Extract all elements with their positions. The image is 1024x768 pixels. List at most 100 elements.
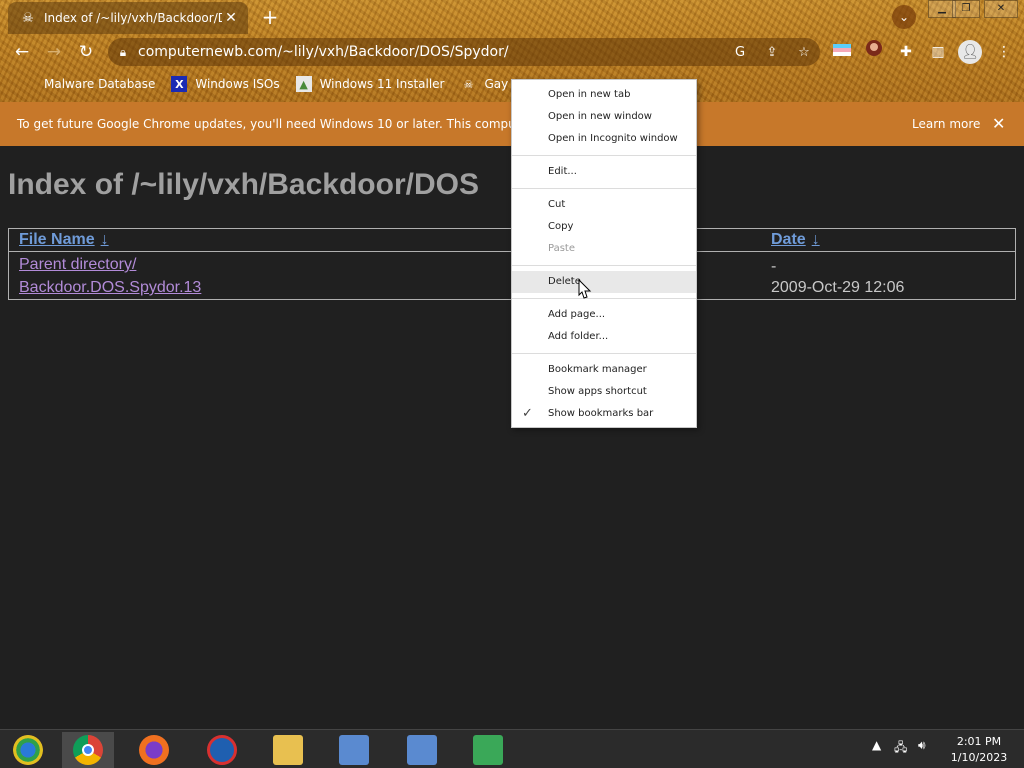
taskbar-installer-2[interactable] [396, 732, 448, 768]
reload-button[interactable]: ↻ [74, 40, 98, 64]
file-date: - [771, 258, 777, 275]
menu-separator [512, 155, 696, 156]
menu-separator [512, 353, 696, 354]
back-button[interactable]: ← [10, 40, 34, 64]
tab-search-button[interactable]: ⌄ [892, 5, 916, 29]
taskbar-opera[interactable] [196, 732, 248, 768]
volume-icon[interactable]: 🔊︎ [918, 738, 926, 753]
arrow-right-icon: → [46, 42, 62, 62]
clock-time: 2:01 PM [956, 735, 1002, 748]
menu-item-add-page[interactable]: Add page... [512, 304, 696, 326]
new-tab-button[interactable]: + [258, 6, 282, 30]
users-icon [473, 735, 503, 765]
menu-separator [512, 298, 696, 299]
mouse-cursor-icon [578, 279, 592, 299]
column-header-file-name[interactable]: File Name ↓ [19, 231, 109, 249]
reload-icon: ↻ [78, 42, 94, 62]
column-header-label: Date [771, 231, 806, 248]
firefox-icon [139, 735, 169, 765]
infobar-close-button[interactable]: ✕ [992, 114, 1005, 133]
taskbar-network-app[interactable] [462, 732, 514, 768]
url-text: computernewb.com/~lily/vxh/Backdoor/DOS/… [138, 44, 509, 60]
computer-disc-icon [339, 735, 369, 765]
taskbar-file-explorer[interactable] [262, 732, 314, 768]
menu-item-paste: Paste [548, 243, 575, 254]
close-icon: ✕ [996, 3, 1006, 14]
extensions-puzzle-icon[interactable]: ✚ [894, 40, 918, 64]
browser-window: ☠ Index of /~lily/vxh/Backdoor/DO ✕ + ⌄ … [0, 0, 1024, 768]
maximize-button[interactable]: ❐ [952, 0, 980, 18]
menu-item-open-new-tab[interactable]: Open in new tab [512, 84, 696, 106]
windows-start-icon [13, 735, 43, 765]
menu-item-add-folder[interactable]: Add folder... [512, 326, 696, 348]
share-icon[interactable]: ⇪ [756, 45, 788, 60]
blank-page-icon [20, 76, 36, 92]
x-icon: X [171, 76, 188, 92]
menu-item-open-new-window[interactable]: Open in new window [512, 106, 696, 128]
skull-icon: ☠ [22, 10, 34, 26]
menu-dots-icon[interactable]: ⋮ [992, 40, 1016, 64]
lock-icon: 🔒︎ [119, 44, 127, 59]
extension-flag-icon[interactable] [830, 40, 854, 64]
bookmark-label: Windows ISOs [195, 77, 280, 91]
bookmark-item[interactable]: X Windows ISOs [171, 76, 280, 92]
google-lens-icon[interactable]: G [724, 45, 756, 60]
opera-icon [207, 735, 237, 765]
page-title: Index of /~lily/vxh/Backdoor/DOS [8, 168, 479, 201]
bookmark-label: Windows 11 Installer [319, 77, 445, 91]
bookmark-label: Malware Database [44, 77, 156, 91]
column-header-date[interactable]: Date ↓ [771, 231, 820, 249]
file-date: 2009-Oct-29 12:06 [771, 279, 905, 296]
checkmark-icon: ✓ [522, 406, 533, 421]
bookmark-item[interactable]: ▲ Windows 11 Installer [295, 76, 445, 92]
skull-icon: ☠ [463, 77, 474, 91]
side-panel-icon[interactable]: ▥ [926, 40, 950, 64]
taskbar-firefox[interactable] [128, 732, 180, 768]
image-icon: ▲ [295, 76, 312, 92]
taskbar-chrome[interactable] [62, 732, 114, 768]
clock-date: 1/10/2023 [950, 751, 1008, 764]
file-link[interactable]: Backdoor.DOS.Spydor.13 [19, 279, 201, 297]
extension-avatar-icon[interactable] [862, 40, 886, 64]
column-header-label: File Name [19, 231, 95, 248]
minimize-icon: ▁ [938, 3, 946, 14]
chevron-down-icon: ⌄ [898, 10, 910, 24]
profile-icon[interactable]: 👤︎ [958, 40, 982, 64]
taskbar-installer-1[interactable] [328, 732, 380, 768]
system-clock[interactable]: 2:01 PM 1/10/2023 [946, 734, 1012, 766]
menu-item-show-bookmarks-bar[interactable]: ✓ Show bookmarks bar [512, 403, 696, 425]
menu-separator [512, 265, 696, 266]
tray-chevron-icon[interactable]: ▲ [872, 738, 881, 752]
sort-arrow-icon: ↓ [811, 231, 820, 248]
restore-icon: ❐ [961, 3, 971, 14]
forward-button[interactable]: → [42, 40, 66, 64]
tab-title: Index of /~lily/vxh/Backdoor/DO [44, 11, 222, 25]
menu-item-label: Show bookmarks bar [548, 408, 654, 419]
browser-tab[interactable]: ☠ Index of /~lily/vxh/Backdoor/DO ✕ [8, 2, 248, 34]
bookmark-item[interactable]: Malware Database [20, 76, 155, 92]
window-close-button[interactable]: ✕ [984, 0, 1018, 18]
file-link[interactable]: Parent directory/ [19, 256, 136, 274]
arrow-left-icon: ← [14, 42, 30, 62]
network-icon[interactable]: 🖧︎ [894, 738, 907, 759]
menu-item-open-incognito[interactable]: Open in Incognito window [512, 128, 696, 150]
start-button[interactable] [2, 732, 54, 768]
address-bar[interactable]: 🔒︎ computernewb.com/~lily/vxh/Backdoor/D… [108, 38, 820, 66]
menu-item-bookmark-manager[interactable]: Bookmark manager [512, 359, 696, 381]
tab-close-button[interactable]: ✕ [222, 10, 240, 26]
learn-more-link[interactable]: Learn more [912, 117, 980, 131]
menu-item-copy[interactable]: Copy [512, 216, 696, 238]
sort-arrow-icon: ↓ [100, 231, 109, 248]
computer-disc-icon [407, 735, 437, 765]
bookmark-star-icon[interactable]: ☆ [788, 45, 820, 60]
menu-item-edit[interactable]: Edit... [512, 161, 696, 183]
menu-item-show-apps-shortcut[interactable]: Show apps shortcut [512, 381, 696, 403]
taskbar: ▲ 🖧︎ 🔊︎ 2:01 PM 1/10/2023 [0, 729, 1024, 768]
infobar-message: To get future Google Chrome updates, you… [17, 117, 547, 131]
menu-item-cut[interactable]: Cut [512, 194, 696, 216]
folder-icon [273, 735, 303, 765]
menu-separator [512, 188, 696, 189]
menu-item-delete[interactable]: Delete [512, 271, 696, 293]
chrome-icon [73, 735, 103, 765]
bookmark-context-menu: Open in new tab Open in new window Open … [511, 79, 697, 428]
